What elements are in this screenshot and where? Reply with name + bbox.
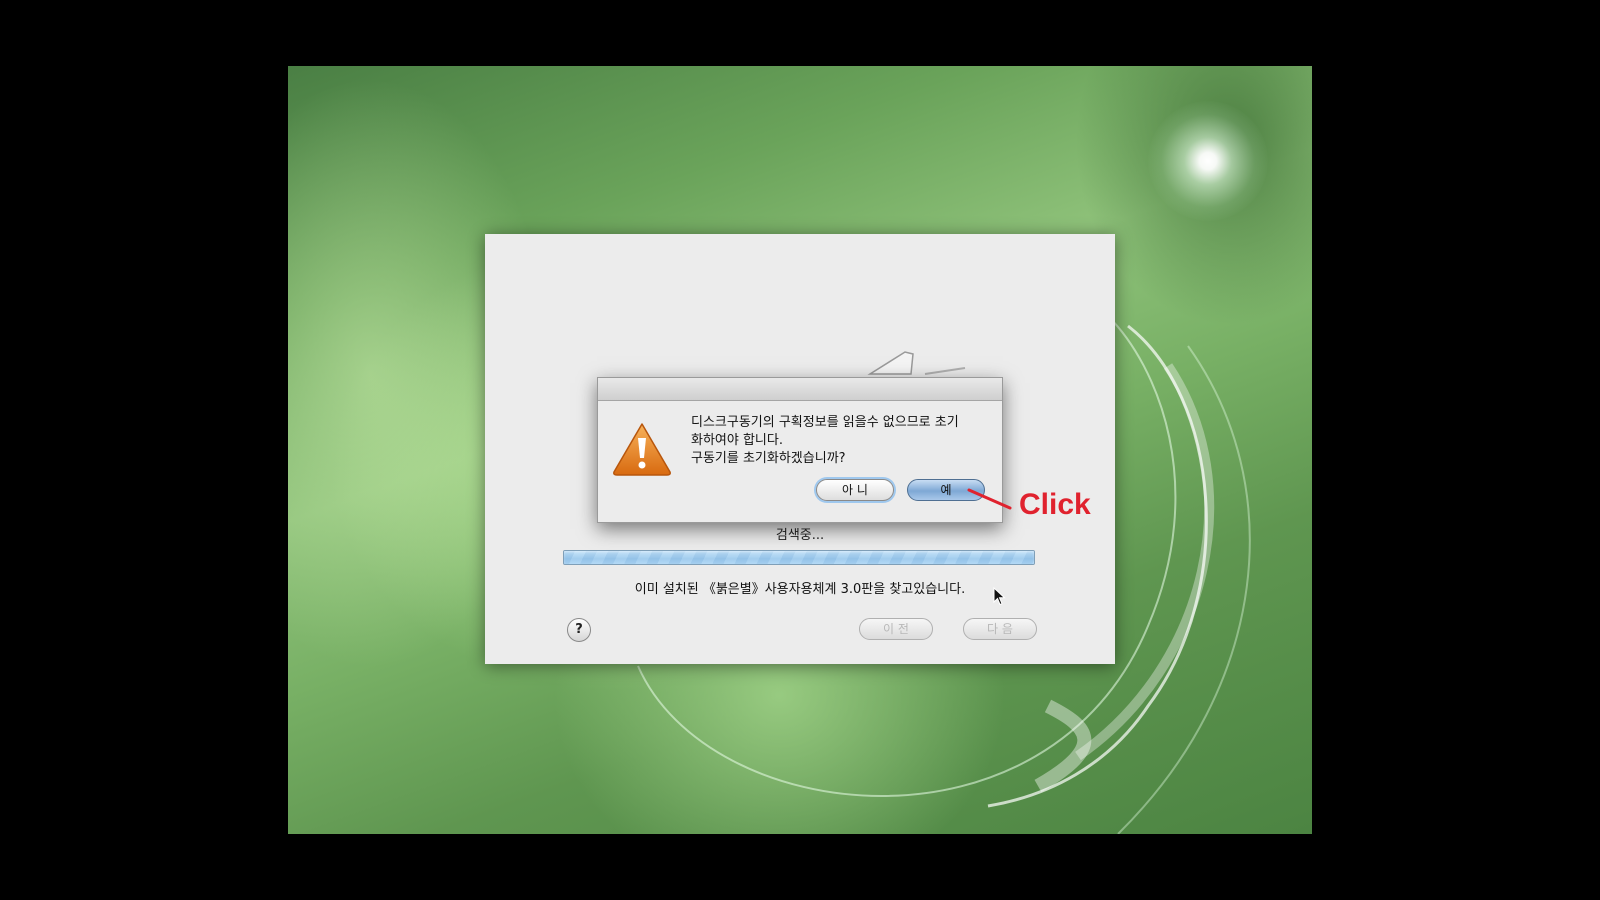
alert-message-line: 구동기를 초기화하겠습니까? bbox=[691, 451, 846, 466]
click-annotation-label: Click bbox=[1019, 488, 1091, 521]
warning-icon bbox=[613, 423, 671, 476]
previous-button[interactable]: 이 전 bbox=[859, 618, 933, 640]
yes-button[interactable]: 예 bbox=[907, 479, 985, 501]
alert-message-line: 화하여야 합니다. bbox=[691, 433, 783, 448]
alert-dialog: 디스크구동기의 구획정보를 읽을수 없으므로 초기 화하여야 합니다. 구동기를… bbox=[597, 377, 1003, 523]
search-progress-fill bbox=[564, 551, 1034, 564]
no-button[interactable]: 아 니 bbox=[816, 479, 894, 501]
mouse-cursor-icon bbox=[993, 587, 1006, 606]
alert-message: 디스크구동기의 구획정보를 읽을수 없으므로 초기 화하여야 합니다. 구동기를… bbox=[691, 414, 991, 468]
alert-message-line: 디스크구동기의 구획정보를 읽을수 없으므로 초기 bbox=[691, 415, 959, 430]
status-searching-text: 검색중... bbox=[775, 528, 825, 543]
search-progress-bar bbox=[563, 550, 1035, 565]
next-button[interactable]: 다 음 bbox=[963, 618, 1037, 640]
found-system-text: 이미 설치된 《붉은별》사용자용체계 3.0판을 찾고있습니다. bbox=[634, 582, 966, 597]
alert-titlebar[interactable] bbox=[598, 378, 1002, 401]
help-button[interactable]: ? bbox=[567, 618, 591, 642]
